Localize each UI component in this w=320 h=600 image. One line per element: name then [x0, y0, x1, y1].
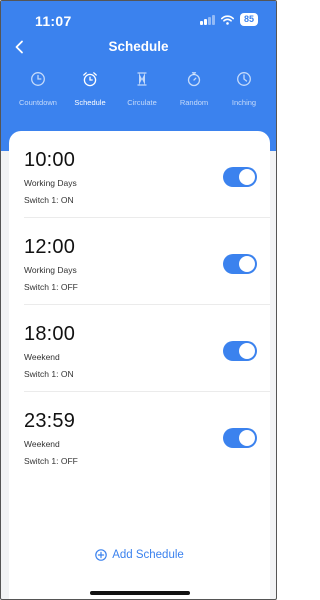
home-indicator [90, 591, 190, 595]
tab-inching[interactable]: Inching [217, 69, 271, 107]
schedule-days: Weekend [24, 439, 60, 449]
app-frame: 11:07 85 Schedule Countdown Schedule Cir… [0, 0, 277, 600]
alarm-clock-icon [83, 72, 97, 87]
schedule-days: Working Days [24, 265, 77, 275]
tab-label: Circulate [127, 98, 157, 107]
schedule-action: Switch 1: OFF [24, 282, 78, 292]
wifi-icon [220, 14, 234, 25]
nav-bar: Schedule [1, 33, 276, 63]
schedule-action: Switch 1: ON [24, 369, 74, 379]
schedule-action: Switch 1: OFF [24, 456, 78, 466]
hourglass-icon [137, 72, 147, 86]
schedule-toggle[interactable] [223, 254, 257, 274]
tab-schedule[interactable]: Schedule [63, 69, 117, 107]
page-title: Schedule [108, 39, 169, 54]
add-schedule-label: Add Schedule [112, 549, 184, 561]
tab-circulate[interactable]: Circulate [115, 69, 169, 107]
tab-label: Schedule [74, 98, 106, 107]
schedule-time: 12:00 [24, 236, 76, 258]
schedule-time: 10:00 [24, 149, 76, 171]
schedule-item[interactable]: 10:00 Working Days Switch 1: ON [24, 131, 270, 218]
status-icons: 85 [200, 13, 258, 26]
tab-label: Random [179, 98, 209, 107]
schedule-days: Working Days [24, 178, 77, 188]
timer-icon [237, 72, 251, 86]
add-schedule-button[interactable]: Add Schedule [9, 549, 270, 561]
tab-label: Countdown [19, 98, 57, 107]
clock-icon [31, 72, 45, 86]
status-time: 11:07 [35, 13, 72, 29]
stopwatch-icon [187, 72, 201, 87]
cellular-signal-icon [200, 14, 215, 25]
battery-indicator: 85 [239, 13, 258, 26]
tab-countdown[interactable]: Countdown [11, 69, 65, 107]
schedule-action: Switch 1: ON [24, 195, 74, 205]
schedule-time: 23:59 [24, 410, 76, 432]
tab-label: Inching [231, 98, 257, 107]
schedule-list: 10:00 Working Days Switch 1: ON 12:00 Wo… [9, 131, 270, 599]
schedule-item[interactable]: 18:00 Weekend Switch 1: ON [24, 305, 270, 392]
mode-tabs: Countdown Schedule Circulate Random Inch… [1, 69, 276, 113]
schedule-item[interactable]: 23:59 Weekend Switch 1: OFF [24, 392, 257, 479]
schedule-toggle[interactable] [223, 428, 257, 448]
schedule-toggle[interactable] [223, 167, 257, 187]
tab-random[interactable]: Random [167, 69, 221, 107]
plus-circle-icon [95, 549, 107, 561]
schedule-time: 18:00 [24, 323, 76, 345]
schedule-item[interactable]: 12:00 Working Days Switch 1: OFF [24, 218, 270, 305]
schedule-days: Weekend [24, 352, 60, 362]
schedule-toggle[interactable] [223, 341, 257, 361]
